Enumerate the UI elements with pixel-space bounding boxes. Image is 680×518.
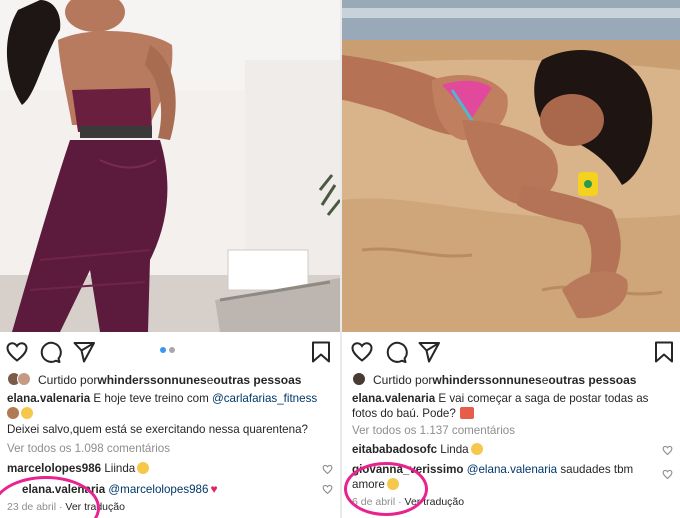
face-blowing-kiss-emoji xyxy=(137,462,150,474)
view-all-comments-link[interactable]: Ver todos os 1.137 comentários xyxy=(352,423,515,439)
comment-like-heart-icon[interactable] xyxy=(322,464,333,475)
comment-mention[interactable]: @elana.valenaria xyxy=(467,463,557,476)
photo-illustration xyxy=(0,0,340,332)
action-bar xyxy=(342,338,680,366)
heart-eyes-emoji xyxy=(470,443,483,455)
carousel-dot-active xyxy=(160,347,166,353)
reply-mention[interactable]: @marcelolopes986 xyxy=(108,483,208,496)
share-icon[interactable] xyxy=(72,340,96,364)
caption-username[interactable]: elana.valenaria xyxy=(7,392,90,405)
liker-avatars xyxy=(7,372,33,388)
comment-username[interactable]: marcelolopes986 xyxy=(7,462,101,475)
comment-like-heart-icon[interactable] xyxy=(662,445,673,456)
comment-like-heart-icon[interactable] xyxy=(662,469,673,480)
liker-avatars xyxy=(352,372,368,388)
likes-others[interactable]: outras pessoas xyxy=(548,373,636,387)
bookmark-icon[interactable] xyxy=(309,340,333,364)
comment-text: saudades tbm xyxy=(557,463,634,476)
caption-emojis xyxy=(7,406,33,422)
view-all-comments-link[interactable]: Ver todos os 1.098 comentários xyxy=(7,441,170,457)
heart-icon[interactable] xyxy=(5,340,29,364)
caption-line-2: Deixei salvo,quem está se exercitando ne… xyxy=(7,423,308,436)
avatar xyxy=(352,372,366,386)
photo-illustration xyxy=(342,0,680,332)
caption: elana.valenaria E hoje teve treino com @… xyxy=(7,391,317,407)
post-left: Curtido por whinderssonnunes e outras pe… xyxy=(0,0,340,518)
comment-icon[interactable] xyxy=(384,340,408,364)
comment-text: Liinda xyxy=(101,462,136,475)
highlight-circle-annotation xyxy=(344,462,428,516)
person-rowing-emoji xyxy=(459,407,474,419)
comment-text: Linda xyxy=(437,443,469,456)
caption-username[interactable]: elana.valenaria xyxy=(352,392,435,405)
comment-like-heart-icon[interactable] xyxy=(322,484,333,495)
caption-text-2: fotos do baú. Pode? xyxy=(352,407,456,420)
comment-row: marcelolopes986 Liinda xyxy=(7,461,150,477)
post-right: Curtido por whinderssonnunes e outras pe… xyxy=(342,0,680,518)
bookmark-icon[interactable] xyxy=(652,340,676,364)
avatar xyxy=(17,372,31,386)
likes-prefix: Curtido por xyxy=(38,373,98,387)
likes-connector: e xyxy=(206,373,214,387)
likes-summary[interactable]: Curtido por whinderssonnunes e outras pe… xyxy=(352,372,636,388)
likes-prefix: Curtido por xyxy=(373,373,433,387)
carousel-dot xyxy=(169,347,175,353)
likes-others[interactable]: outras pessoas xyxy=(213,373,301,387)
flexed-biceps-emoji xyxy=(7,407,19,419)
post-photo-gym[interactable] xyxy=(0,0,340,332)
comment-row: eitababadosofc Linda xyxy=(352,442,483,458)
comment-icon[interactable] xyxy=(38,340,62,364)
caption-line-2: fotos do baú. Pode? xyxy=(352,406,474,422)
heart-icon[interactable] xyxy=(350,340,374,364)
red-heart-emoji: ♥ xyxy=(210,482,218,496)
share-icon[interactable] xyxy=(417,340,441,364)
caption: elana.valenaria E vai começar a saga de … xyxy=(352,391,648,407)
post-photo-beach[interactable] xyxy=(342,0,680,332)
caption-text: E hoje teve treino com xyxy=(90,392,212,405)
caption-text: E vai começar a saga de postar todas as xyxy=(435,392,649,405)
liker-username[interactable]: whinderssonnunes xyxy=(432,373,541,387)
caption-mention[interactable]: @carlafarias_fitness xyxy=(212,392,317,405)
liker-username[interactable]: whinderssonnunes xyxy=(97,373,206,387)
comment-username[interactable]: eitababadosofc xyxy=(352,443,437,456)
likes-summary[interactable]: Curtido por whinderssonnunes e outras pe… xyxy=(7,372,301,388)
likes-connector: e xyxy=(541,373,549,387)
carousel-dots xyxy=(160,347,180,355)
smiling-face-emoji xyxy=(21,407,33,419)
